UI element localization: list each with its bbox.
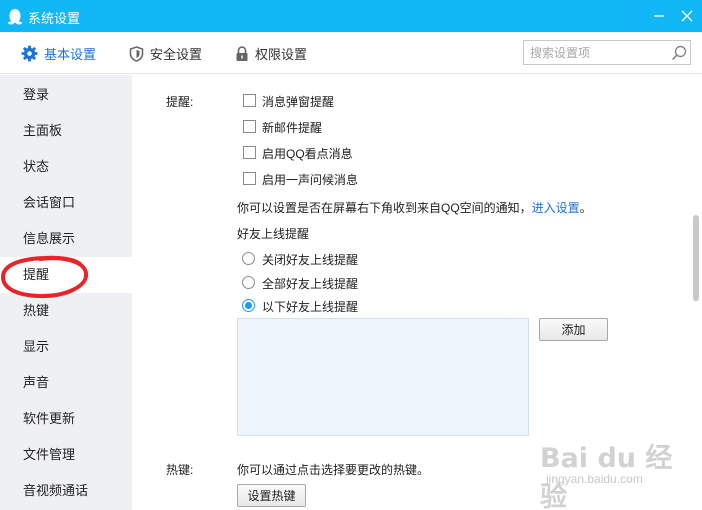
radio-label: 以下好友上线提醒: [262, 300, 359, 314]
hotkey-desc: 你可以通过点击选择要更改的热键。: [237, 463, 430, 477]
friend-online-heading: 好友上线提醒: [237, 227, 310, 241]
sidebar-item-label: 登录: [23, 87, 50, 102]
sidebar-item-label: 信息展示: [23, 231, 76, 246]
tab-label: 权限设置: [255, 47, 308, 62]
checkbox-greeting[interactable]: [243, 172, 256, 185]
set-hotkey-button[interactable]: 设置热键: [237, 484, 306, 507]
checkbox-message-popup[interactable]: [243, 94, 256, 107]
radio-close-friend-online[interactable]: [242, 252, 255, 265]
settings-content: 提醒: 消息弹窗提醒 新邮件提醒 启用QQ看点消息 启用一声问候消息 你可以设置…: [132, 75, 702, 510]
sidebar-item-label: 声音: [23, 375, 50, 390]
enter-settings-link[interactable]: 进入设置: [532, 201, 580, 215]
friend-list-box[interactable]: [237, 318, 529, 436]
lock-icon: [236, 45, 248, 61]
sidebar-item-status[interactable]: 状态: [0, 149, 132, 185]
radio-selected-friend-online[interactable]: [242, 299, 255, 312]
tab-label: 基本设置: [44, 47, 97, 62]
sidebar-item-main-panel[interactable]: 主面板: [0, 113, 132, 149]
sidebar-item-label: 提醒: [23, 267, 50, 282]
tab-label: 安全设置: [150, 47, 203, 62]
close-button[interactable]: [674, 4, 700, 28]
sidebar-item-file-management[interactable]: 文件管理: [0, 437, 132, 473]
window-title: 系统设置: [28, 11, 81, 26]
sidebar-item-info-display[interactable]: 信息展示: [0, 221, 132, 257]
checkbox-qq-kandian[interactable]: [243, 146, 256, 159]
gear-icon: [21, 45, 38, 62]
radio-label: 关闭好友上线提醒: [262, 253, 359, 267]
search-icon[interactable]: [671, 45, 687, 61]
title-bar: 系统设置: [0, 0, 702, 32]
checkbox-new-mail[interactable]: [243, 120, 256, 133]
qzone-notice-text: 你可以设置是否在屏幕右下角收到来自QQ空间的通知，进入设置。: [237, 199, 592, 216]
qzone-notice-desc: 你可以设置是否在屏幕右下角收到来自QQ空间的通知，: [237, 201, 532, 215]
radio-all-friend-online[interactable]: [242, 276, 255, 289]
settings-toolbar: 基本设置 安全设置 权限设置: [0, 32, 702, 74]
checkbox-label: 新邮件提醒: [262, 121, 323, 135]
search-box[interactable]: [523, 40, 691, 65]
sidebar-item-label: 音视频通话: [23, 483, 89, 498]
qzone-notice-end: 。: [579, 201, 592, 215]
checkbox-label: 启用QQ看点消息: [262, 147, 353, 161]
minimize-button[interactable]: [646, 4, 672, 28]
minimize-icon: [654, 15, 664, 17]
sidebar-item-label: 热键: [23, 303, 50, 318]
checkbox-label: 启用一声问候消息: [262, 173, 359, 187]
tab-permission-settings[interactable]: 权限设置: [235, 44, 307, 63]
reminder-section-label: 提醒:: [166, 95, 194, 109]
checkbox-label: 消息弹窗提醒: [262, 95, 335, 109]
sidebar-item-hotkey[interactable]: 热键: [0, 293, 132, 329]
shield-icon: [129, 45, 144, 62]
sidebar-item-reminder[interactable]: 提醒: [0, 257, 132, 293]
radio-label: 全部好友上线提醒: [262, 277, 359, 291]
close-icon: [681, 10, 693, 22]
sidebar-item-label: 主面板: [23, 123, 63, 138]
content-scrollbar[interactable]: [690, 75, 702, 510]
sidebar-item-software-update[interactable]: 软件更新: [0, 401, 132, 437]
sidebar-item-chat-window[interactable]: 会话窗口: [0, 185, 132, 221]
qq-penguin-icon: [8, 9, 22, 25]
sidebar-item-sound[interactable]: 声音: [0, 365, 132, 401]
sidebar-item-av-call[interactable]: 音视频通话: [0, 473, 132, 509]
sidebar-item-label: 显示: [23, 339, 50, 354]
add-friend-button[interactable]: 添加: [539, 318, 608, 341]
sidebar-item-display[interactable]: 显示: [0, 329, 132, 365]
search-input[interactable]: [530, 44, 665, 61]
scroll-thumb[interactable]: [693, 215, 699, 301]
sidebar-item-label: 会话窗口: [23, 195, 76, 210]
sidebar-item-label: 文件管理: [23, 447, 76, 462]
tab-basic-settings[interactable]: 基本设置: [21, 44, 96, 63]
sidebar-item-label: 状态: [23, 159, 50, 174]
settings-sidebar: 登录 主面板 状态 会话窗口 信息展示 提醒 热键 显示 声音 软件更新 文件管…: [0, 75, 132, 510]
tab-security-settings[interactable]: 安全设置: [129, 44, 202, 63]
sidebar-item-label: 软件更新: [23, 411, 76, 426]
hotkey-section-label: 热键:: [166, 463, 194, 477]
sidebar-item-login[interactable]: 登录: [0, 77, 132, 113]
